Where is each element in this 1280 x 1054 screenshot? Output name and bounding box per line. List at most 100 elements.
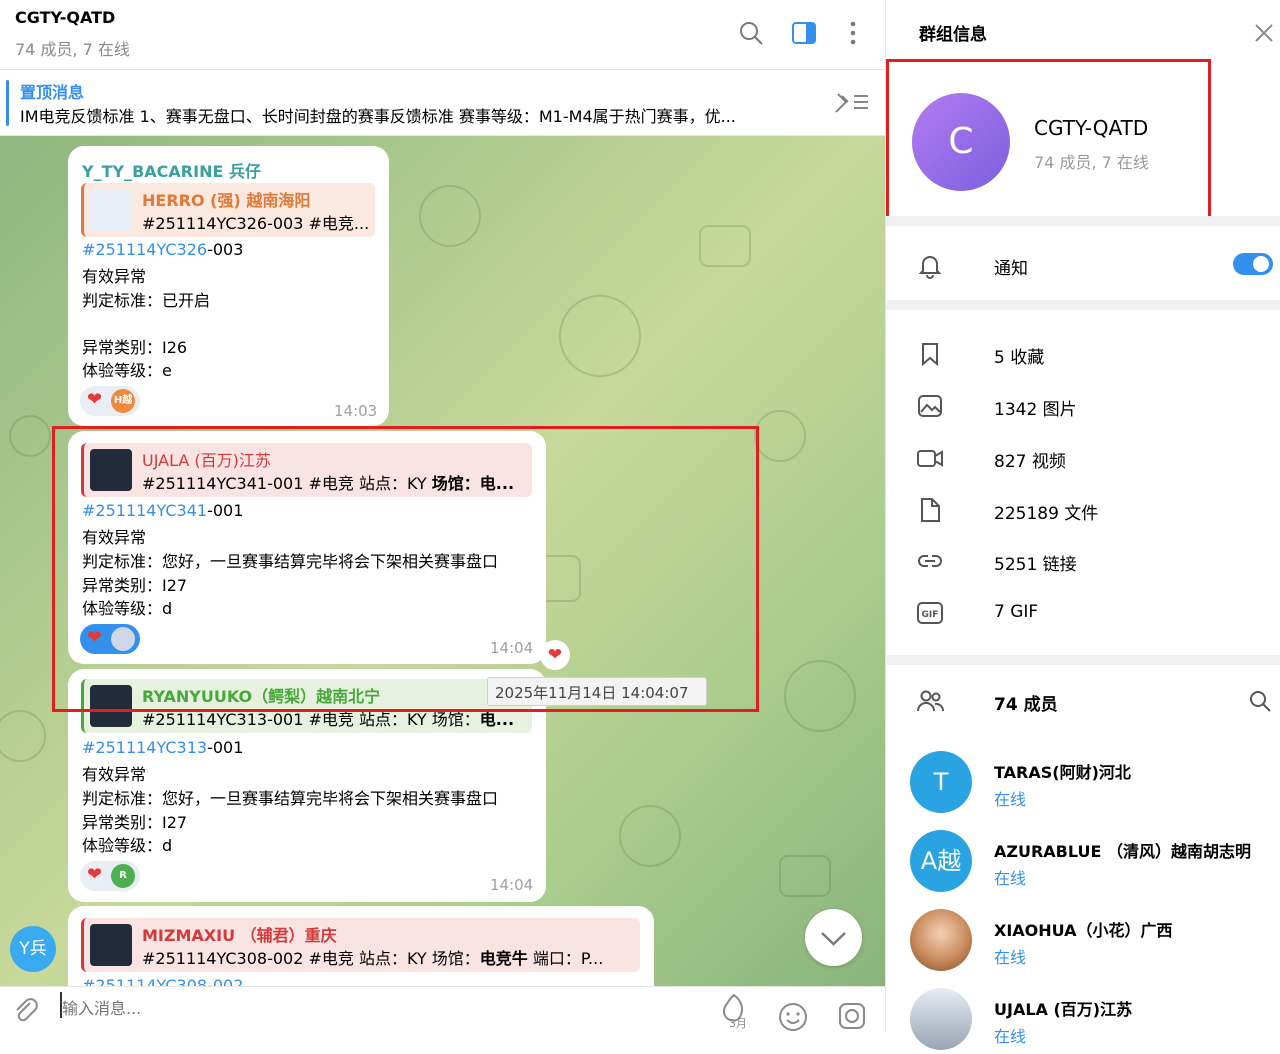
sender-avatar[interactable]: Y兵 bbox=[10, 926, 56, 972]
heart-reaction-icon: ❤ bbox=[87, 389, 103, 410]
chat-title[interactable]: CGTY-QATD bbox=[15, 8, 115, 27]
media-row-links[interactable]: 5251 链接 bbox=[916, 541, 1256, 581]
close-icon[interactable] bbox=[1253, 22, 1275, 44]
chat-area: CGTY-QATD 74 成员, 7 在线 置顶消息 IM电竞反馈标准 1、赛事… bbox=[0, 0, 885, 1032]
highlight-box bbox=[886, 59, 1211, 226]
reply-text: #251114YC326-003 #电竞... bbox=[142, 214, 370, 233]
message-line: 有效异常 bbox=[82, 267, 147, 286]
video-icon bbox=[917, 450, 943, 467]
message-line: 体验等级：e bbox=[82, 361, 172, 380]
timestamp-tooltip: 2025年11月14日 14:04:07 bbox=[487, 677, 707, 706]
reply-thumbnail bbox=[90, 189, 132, 231]
scroll-down-button[interactable] bbox=[805, 909, 862, 966]
message-line: 判定标准：您好，一旦赛事结算完毕将会下架相关赛事盘口 bbox=[82, 789, 499, 808]
message-time: 14:04 bbox=[490, 876, 534, 894]
hashtag-link[interactable]: #251114YC326 bbox=[82, 240, 207, 259]
members-header: 74 成员 bbox=[916, 681, 1256, 721]
media-label: 5 收藏 bbox=[994, 348, 1045, 368]
member-row[interactable]: T TARAS(阿财)河北 在线 bbox=[910, 751, 1260, 817]
member-status: 在线 bbox=[994, 948, 1027, 967]
member-name: TARAS(阿财)河北 bbox=[994, 763, 1131, 782]
member-name: XIAOHUA（小花）广西 bbox=[994, 921, 1173, 940]
media-row-videos[interactable]: 827 视频 bbox=[916, 438, 1256, 478]
reaction-avatar: H越 bbox=[111, 389, 135, 413]
member-name: AZURABLUE （清风）越南胡志明 bbox=[994, 842, 1251, 861]
media-label: 225189 文件 bbox=[994, 504, 1099, 524]
reply-quote[interactable]: HERRO (强) 越南海阳 #251114YC326-003 #电竞... bbox=[81, 183, 375, 237]
media-row-bookmarks[interactable]: 5 收藏 bbox=[916, 334, 1256, 374]
media-label: 5251 链接 bbox=[994, 555, 1077, 575]
reaction-avatar: R bbox=[111, 864, 135, 888]
bell-icon bbox=[918, 256, 942, 279]
reply-thumbnail bbox=[90, 924, 132, 966]
pinned-message[interactable]: 置顶消息 IM电竞反馈标准 1、赛事无盘口、长时间封盘的赛事反馈标准 赛事等级：… bbox=[0, 70, 885, 136]
camera-icon[interactable] bbox=[837, 1001, 867, 1031]
member-avatar-photo bbox=[910, 909, 972, 971]
message-line: 异常类别：I27 bbox=[82, 813, 188, 832]
search-icon[interactable] bbox=[738, 20, 764, 46]
panel-title: 群组信息 bbox=[919, 25, 987, 45]
photo-icon bbox=[918, 395, 942, 417]
svg-text:GIF: GIF bbox=[922, 610, 939, 620]
search-members-icon[interactable] bbox=[1248, 689, 1272, 713]
media-row-photos[interactable]: 1342 图片 bbox=[916, 386, 1256, 426]
notify-label: 通知 bbox=[994, 259, 1028, 279]
media-row-files[interactable]: 225189 文件 bbox=[916, 490, 1256, 530]
chat-subtitle: 74 成员, 7 在线 bbox=[15, 40, 130, 59]
message-input-bar: 3月 bbox=[0, 986, 885, 1032]
members-count: 74 成员 bbox=[994, 695, 1058, 715]
message-input[interactable] bbox=[62, 995, 662, 1021]
message-line: 有效异常 bbox=[82, 765, 147, 784]
message-tag-line: #251114YC313-001 bbox=[82, 738, 244, 757]
link-icon bbox=[918, 555, 942, 567]
message-time: 14:03 bbox=[334, 402, 378, 420]
divider bbox=[886, 655, 1280, 665]
reaction-chip[interactable]: ❤ R bbox=[80, 861, 140, 891]
message-line: 异常类别：I26 bbox=[82, 338, 188, 357]
media-label: 1342 图片 bbox=[994, 400, 1077, 420]
divider bbox=[886, 216, 1280, 226]
reaction-chip[interactable]: ❤ H越 bbox=[80, 386, 140, 416]
member-row[interactable]: XIAOHUA（小花）广西 在线 bbox=[910, 909, 1260, 975]
member-avatar-photo bbox=[910, 988, 972, 1050]
members-icon bbox=[917, 690, 944, 712]
member-status: 在线 bbox=[994, 869, 1027, 888]
file-icon bbox=[921, 498, 940, 522]
member-row[interactable]: A越 AZURABLUE （清风）越南胡志明 在线 bbox=[910, 830, 1260, 896]
member-row[interactable]: UJALA (百万)江苏 在线 bbox=[910, 988, 1260, 1054]
hashtag-link[interactable]: #251114YC313 bbox=[82, 738, 207, 757]
more-icon[interactable] bbox=[840, 20, 866, 46]
pinned-title: 置顶消息 bbox=[20, 83, 85, 102]
media-row-gifs[interactable]: GIF 7 GIF bbox=[916, 593, 1256, 633]
message-tag-line: #251114YC326-003 bbox=[82, 240, 244, 259]
gif-icon: GIF bbox=[917, 602, 943, 624]
member-name: UJALA (百万)江苏 bbox=[994, 1000, 1133, 1019]
reply-quote[interactable]: MIZMAXIU （辅君）重庆 #251114YC308-002 #电竞 站点：… bbox=[81, 918, 640, 972]
message-sender[interactable]: Y_TY_BACARINE 兵仔 bbox=[82, 158, 261, 182]
message-line: 体验等级：d bbox=[82, 836, 173, 855]
bookmark-icon bbox=[922, 343, 938, 367]
emoji-icon[interactable] bbox=[777, 1001, 809, 1032]
message-line: 判定标准：已开启 bbox=[82, 291, 211, 310]
member-status: 在线 bbox=[994, 1027, 1027, 1046]
notify-toggle[interactable] bbox=[1233, 253, 1273, 275]
divider bbox=[886, 300, 1280, 310]
chat-header: CGTY-QATD 74 成员, 7 在线 bbox=[0, 0, 885, 70]
pin-list-icon[interactable] bbox=[832, 90, 870, 114]
member-status: 在线 bbox=[994, 790, 1027, 809]
sticker-badge: 3月 bbox=[729, 1017, 747, 1030]
media-label: 827 视频 bbox=[994, 452, 1066, 472]
toggle-knob bbox=[1253, 256, 1269, 272]
heart-reaction-icon: ❤ bbox=[87, 864, 103, 885]
chevron-down-icon bbox=[821, 932, 846, 946]
sidebar-toggle-icon[interactable] bbox=[791, 20, 817, 46]
member-avatar: T bbox=[910, 751, 972, 813]
reply-sender: MIZMAXIU （辅君）重庆 bbox=[142, 926, 337, 945]
attach-icon[interactable] bbox=[10, 995, 40, 1025]
group-info-panel: 群组信息 C CGTY-QATD 74 成员, 7 在线 通知 5 收藏 134… bbox=[885, 0, 1280, 1050]
highlight-box bbox=[52, 426, 759, 712]
reply-sender: HERRO (强) 越南海阳 bbox=[142, 191, 311, 210]
reply-text: #251114YC308-002 #电竞 站点：KY 场馆：电竞牛 端口：P..… bbox=[142, 949, 604, 968]
notify-row[interactable]: 通知 bbox=[916, 245, 1256, 285]
message-bubble[interactable]: Y_TY_BACARINE 兵仔 HERRO (强) 越南海阳 #251114Y… bbox=[68, 146, 389, 426]
